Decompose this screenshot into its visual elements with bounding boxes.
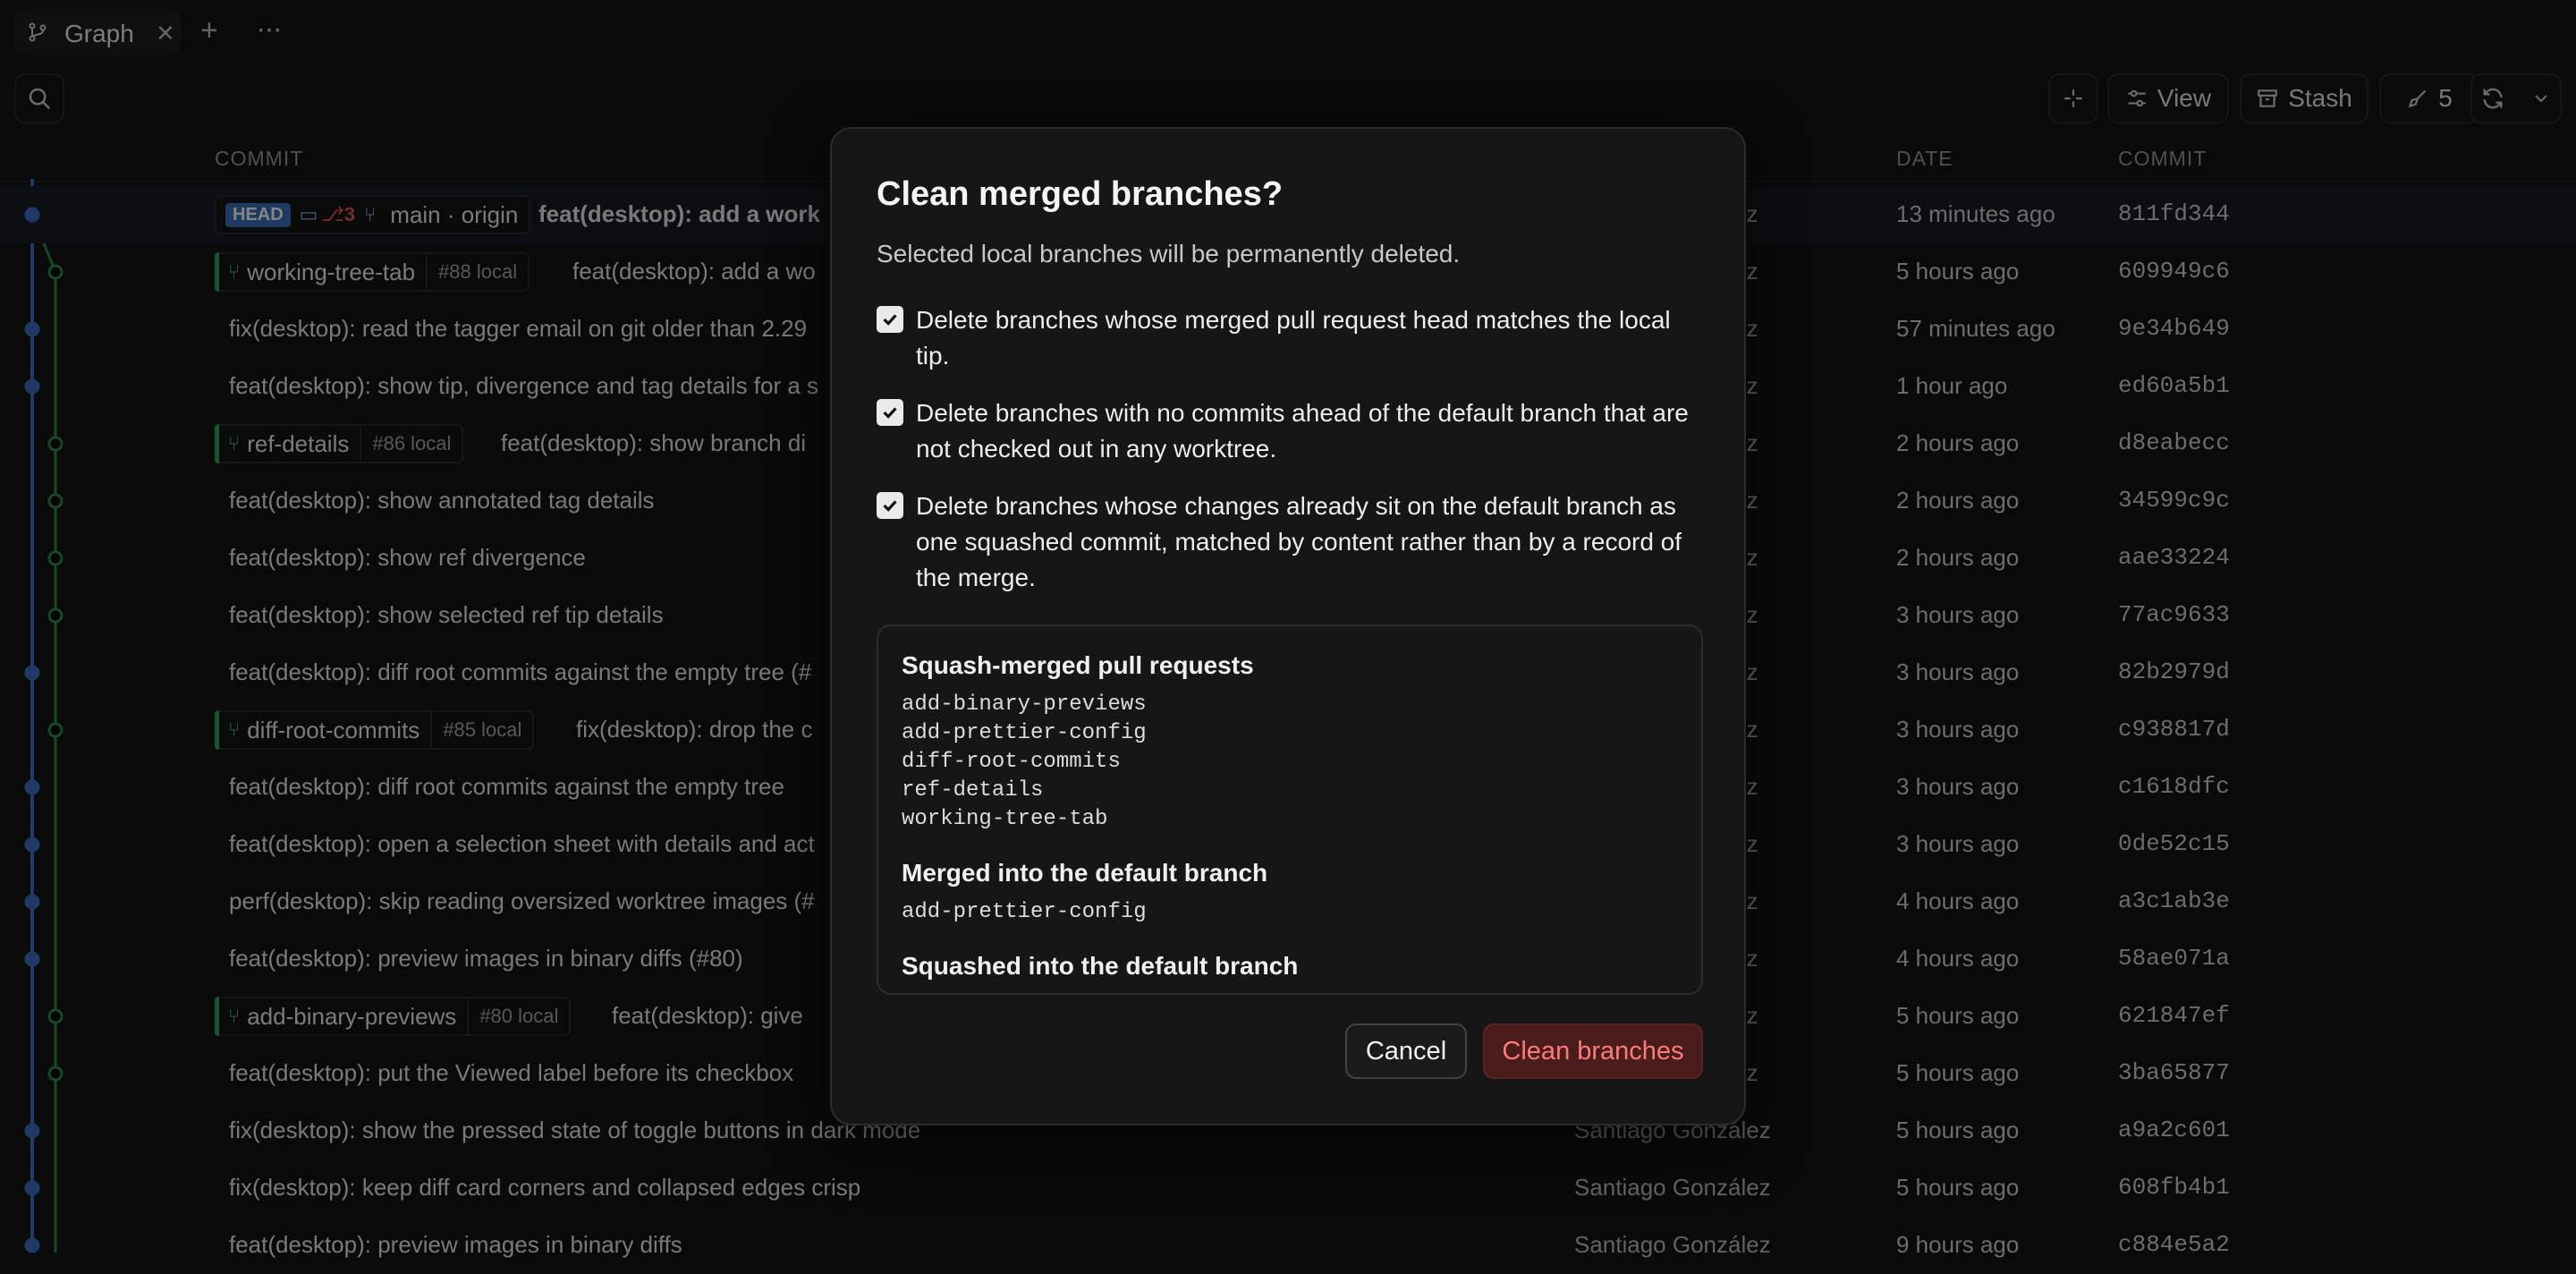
branch-summary-list[interactable]: Squash-merged pull requests add-binary-p… bbox=[877, 624, 1703, 995]
check-icon bbox=[883, 314, 897, 326]
section-title: Squash-merged pull requests bbox=[902, 651, 1254, 679]
clean-branches-confirm-button[interactable]: Clean branches bbox=[1483, 1023, 1703, 1079]
cancel-button[interactable]: Cancel bbox=[1345, 1023, 1467, 1079]
checkbox-squashed[interactable] bbox=[877, 492, 903, 519]
option-squashed[interactable]: Delete branches whose changes already si… bbox=[877, 488, 1708, 599]
branch-item: add-prettier-config bbox=[902, 900, 1147, 924]
option-label: Delete branches whose merged pull reques… bbox=[916, 306, 1671, 369]
option-label: Delete branches with no commits ahead of… bbox=[916, 399, 1689, 463]
branch-item: ref-details bbox=[902, 778, 1044, 803]
branch-item: add-prettier-config bbox=[902, 721, 1147, 745]
option-merged-pr[interactable]: Delete branches whose merged pull reques… bbox=[877, 302, 1708, 378]
section-title: Squashed into the default branch bbox=[902, 952, 1299, 980]
dialog-description: Selected local branches will be permanen… bbox=[877, 240, 1461, 268]
option-no-commits-ahead[interactable]: Delete branches with no commits ahead of… bbox=[877, 395, 1708, 471]
option-label: Delete branches whose changes already si… bbox=[916, 492, 1682, 591]
check-icon bbox=[883, 407, 897, 419]
branch-item: diff-root-commits bbox=[902, 750, 1121, 774]
branch-item: working-tree-tab bbox=[902, 807, 1108, 831]
check-icon bbox=[883, 500, 897, 512]
checkbox-merged-pr[interactable] bbox=[877, 306, 903, 333]
clean-branches-dialog: Clean merged branches? Selected local br… bbox=[830, 127, 1746, 1125]
branch-item: add-binary-previews bbox=[902, 692, 1147, 717]
checkbox-no-commits-ahead[interactable] bbox=[877, 399, 903, 426]
dialog-title: Clean merged branches? bbox=[877, 175, 1284, 213]
section-title: Merged into the default branch bbox=[902, 859, 1268, 887]
modal-overlay: Clean merged branches? Selected local br… bbox=[0, 0, 2576, 1253]
